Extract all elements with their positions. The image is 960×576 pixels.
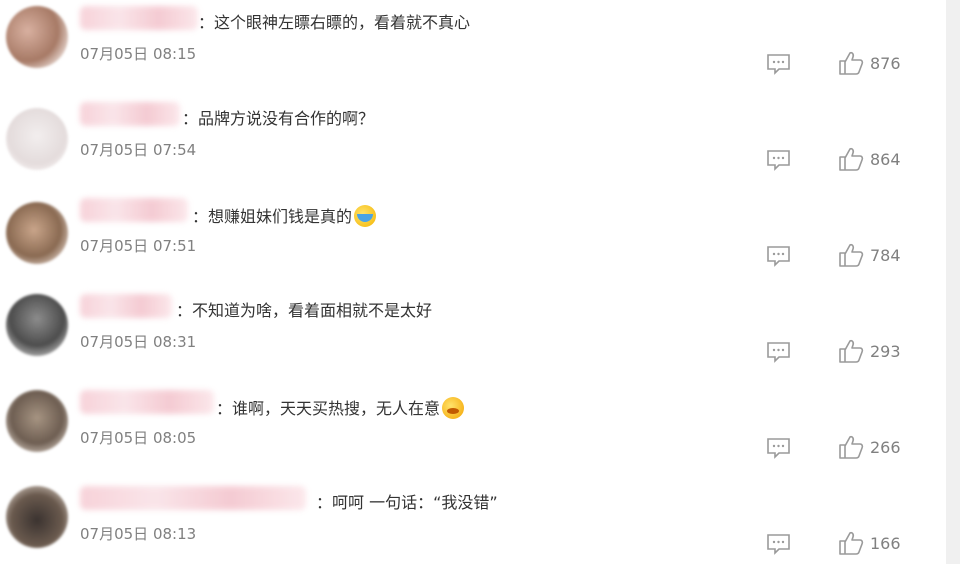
username-redacted[interactable] (80, 102, 180, 126)
comment-item: ：想赚姐妹们钱是真的 07月05日 07:51 784 (0, 192, 946, 288)
like-count: 266 (870, 438, 901, 457)
like-count: 876 (870, 54, 901, 73)
like-count: 784 (870, 246, 901, 265)
comment-item: ：谁啊，天天买热搜，无人在意 07月05日 08:05 266 (0, 384, 946, 480)
comment-icon[interactable] (766, 437, 791, 459)
like-button[interactable]: 166 (838, 530, 918, 556)
comment-icon[interactable] (766, 245, 791, 267)
like-count: 293 (870, 342, 901, 361)
username-redacted[interactable] (80, 294, 172, 318)
comment-text: ：谁啊，天天买热搜，无人在意 (216, 397, 465, 419)
thumbs-up-icon (839, 243, 864, 267)
thumbs-up-icon (839, 531, 864, 555)
thumbs-up-icon (839, 147, 864, 171)
like-button[interactable]: 864 (838, 146, 918, 172)
comment-text: ：呵呵 一句话：“我没错” (316, 493, 498, 512)
thumbs-up-icon (839, 51, 864, 75)
angry-emoji-icon (442, 397, 465, 419)
comment-timestamp: 07月05日 07:54 (80, 141, 197, 159)
like-count: 166 (870, 534, 901, 553)
comment-list: ：这个眼神左瞟右瞟的，看着就不真心 07月05日 08:15 876 ：品牌方说… (0, 0, 946, 564)
comment-timestamp: 07月05日 08:05 (80, 429, 197, 447)
comment-timestamp: 07月05日 08:15 (80, 45, 197, 63)
like-button[interactable]: 266 (838, 434, 918, 460)
username-redacted[interactable] (80, 486, 306, 510)
like-button[interactable]: 293 (838, 338, 918, 364)
comment-text: ：想赚姐妹们钱是真的 (192, 205, 377, 227)
comment-icon[interactable] (766, 533, 791, 555)
comment-item: ：品牌方说没有合作的啊？ 07月05日 07:54 864 (0, 96, 946, 192)
like-count: 864 (870, 150, 901, 169)
comment-icon[interactable] (766, 53, 791, 75)
comment-timestamp: 07月05日 07:51 (80, 237, 197, 255)
comment-item: ：这个眼神左瞟右瞟的，看着就不真心 07月05日 08:15 876 (0, 0, 946, 96)
like-button[interactable]: 784 (838, 242, 918, 268)
scrollbar-track[interactable] (946, 0, 960, 564)
avatar[interactable] (6, 486, 68, 548)
comment-timestamp: 07月05日 08:31 (80, 333, 197, 351)
comment-icon[interactable] (766, 149, 791, 171)
thumbs-up-icon (839, 435, 864, 459)
username-redacted[interactable] (80, 6, 198, 30)
laughing-crying-emoji-icon (354, 205, 377, 227)
username-redacted[interactable] (80, 198, 188, 222)
comment-text: ：不知道为啥，看着面相就不是太好 (176, 301, 433, 320)
comment-item: ：呵呵 一句话：“我没错” 07月05日 08:13 166 (0, 480, 946, 576)
comment-item: ：不知道为啥，看着面相就不是太好 07月05日 08:31 293 (0, 288, 946, 384)
username-redacted[interactable] (80, 390, 214, 414)
like-button[interactable]: 876 (838, 50, 918, 76)
comment-text: ：品牌方说没有合作的啊？ (182, 109, 375, 128)
comment-icon[interactable] (766, 341, 791, 363)
comment-timestamp: 07月05日 08:13 (80, 525, 197, 543)
avatar[interactable] (6, 390, 68, 452)
comment-text: ：这个眼神左瞟右瞟的，看着就不真心 (198, 13, 471, 32)
avatar[interactable] (6, 108, 68, 170)
avatar[interactable] (6, 202, 68, 264)
avatar[interactable] (6, 6, 68, 68)
thumbs-up-icon (839, 339, 864, 363)
avatar[interactable] (6, 294, 68, 356)
